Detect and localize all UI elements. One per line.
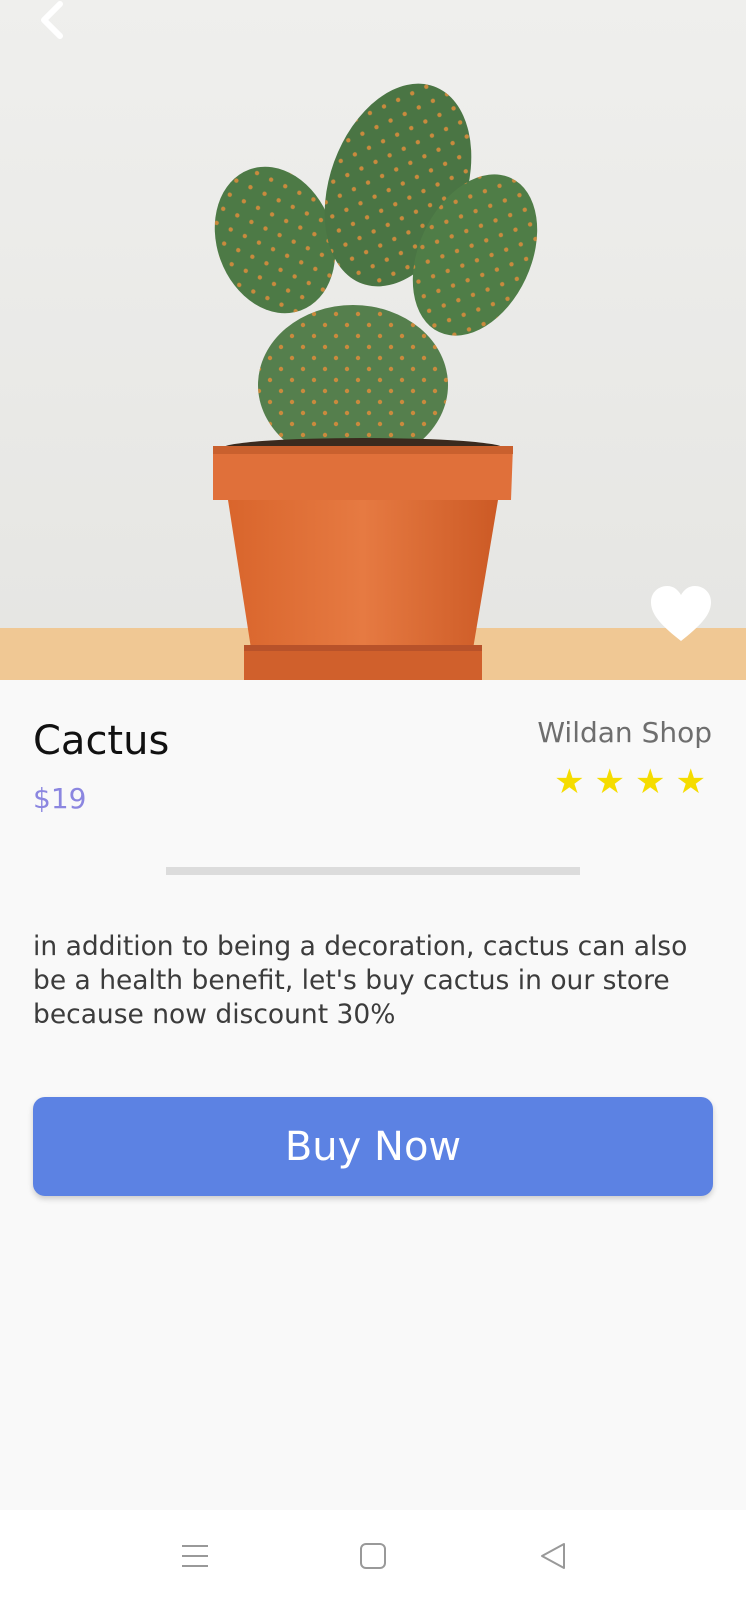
product-image <box>0 0 746 680</box>
product-name: Cactus <box>33 718 170 764</box>
back-button[interactable] <box>30 0 80 46</box>
system-navigation-bar <box>0 1510 746 1600</box>
menu-nav-button[interactable] <box>172 1534 216 1578</box>
triangle-back-icon <box>541 1543 565 1569</box>
chevron-left-icon <box>41 1 63 39</box>
divider <box>166 867 580 875</box>
cactus-photo <box>0 0 746 680</box>
product-price: $19 <box>33 782 87 815</box>
back-nav-button[interactable] <box>530 1534 574 1578</box>
home-nav-button[interactable] <box>351 1534 395 1578</box>
rating-stars: ★★★★ <box>554 762 716 802</box>
product-description: in addition to being a decoration, cactu… <box>33 931 688 1030</box>
favorite-button[interactable] <box>650 585 712 643</box>
shop-name[interactable]: Wildan Shop <box>537 716 712 749</box>
buy-now-button[interactable]: Buy Now <box>33 1097 713 1196</box>
menu-icon <box>182 1545 208 1567</box>
heart-icon <box>651 586 711 641</box>
home-square-icon <box>360 1543 386 1569</box>
